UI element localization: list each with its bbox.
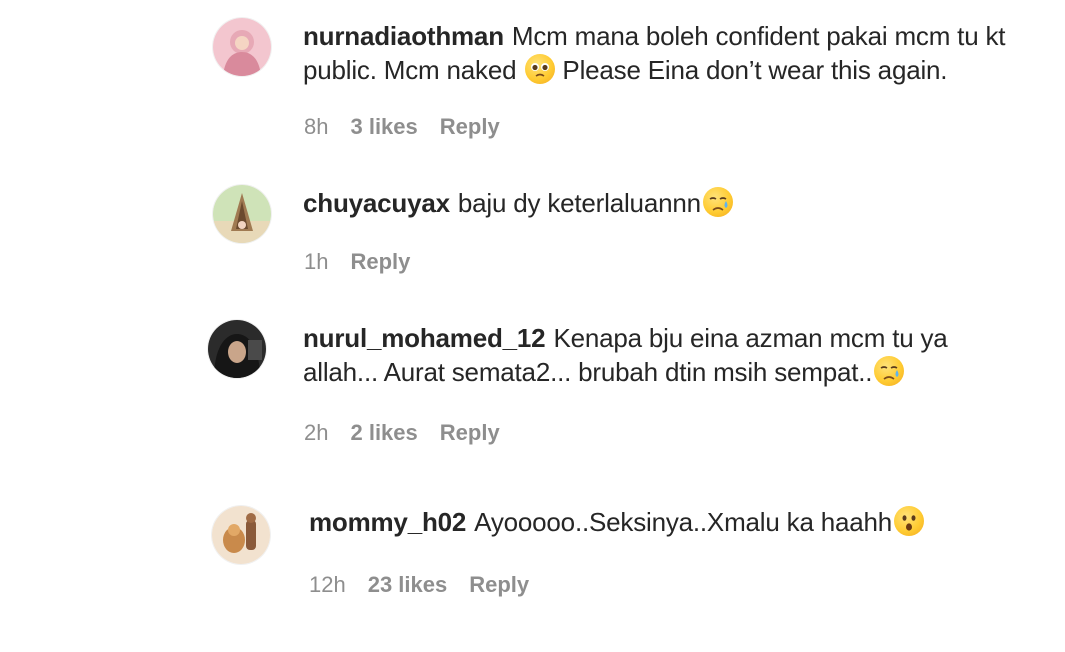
pleading-face-emoji	[525, 54, 556, 84]
comment-likes[interactable]: 2 likes	[350, 420, 417, 446]
comment-likes[interactable]: 23 likes	[368, 572, 448, 598]
comment-time[interactable]: 2h	[304, 420, 328, 446]
comment-text: nurnadiaothman Mcm mana boleh confident p…	[303, 19, 1023, 87]
comment-time[interactable]: 1h	[304, 249, 328, 275]
comment-text: mommy_h02 Ayooooo..Seksinya..Xmalu ka haa…	[309, 505, 1009, 539]
reply-button[interactable]: Reply	[440, 114, 500, 140]
comment-likes[interactable]: 3 likes	[350, 114, 417, 140]
comment-meta: 12h 23 likes Reply	[309, 572, 529, 598]
crying-face-emoji	[874, 356, 905, 386]
comment-username[interactable]: chuyacuyax	[303, 188, 450, 218]
avatar[interactable]	[213, 185, 271, 243]
comment-text: nurul_mohamed_12 Kenapa bju eina azman mc…	[303, 321, 983, 389]
comment-body: Ayooooo..Seksinya..Xmalu ka haahh	[474, 507, 893, 537]
comment-text: chuyacuyax baju dy keterlaluannn	[303, 186, 1023, 220]
comment-username[interactable]: nurnadiaothman	[303, 21, 504, 51]
astonished-face-emoji	[894, 506, 925, 536]
reply-button[interactable]: Reply	[440, 420, 500, 446]
comment-meta: 2h 2 likes Reply	[304, 420, 500, 446]
comment-username[interactable]: mommy_h02	[309, 507, 466, 537]
reply-button[interactable]: Reply	[469, 572, 529, 598]
crying-face-emoji	[702, 187, 733, 217]
comment-time[interactable]: 8h	[304, 114, 328, 140]
avatar[interactable]	[213, 18, 271, 76]
avatar[interactable]	[212, 506, 270, 564]
comment-time[interactable]: 12h	[309, 572, 346, 598]
comment-body: baju dy keterlaluannn	[457, 188, 701, 218]
comment-username[interactable]: nurul_mohamed_12	[303, 323, 546, 353]
avatar[interactable]	[208, 320, 266, 378]
comment-meta: 1h Reply	[304, 249, 410, 275]
reply-button[interactable]: Reply	[350, 249, 410, 275]
comment-meta: 8h 3 likes Reply	[304, 114, 500, 140]
comment-body-continued: Please Eina don’t wear this again.	[555, 55, 948, 85]
